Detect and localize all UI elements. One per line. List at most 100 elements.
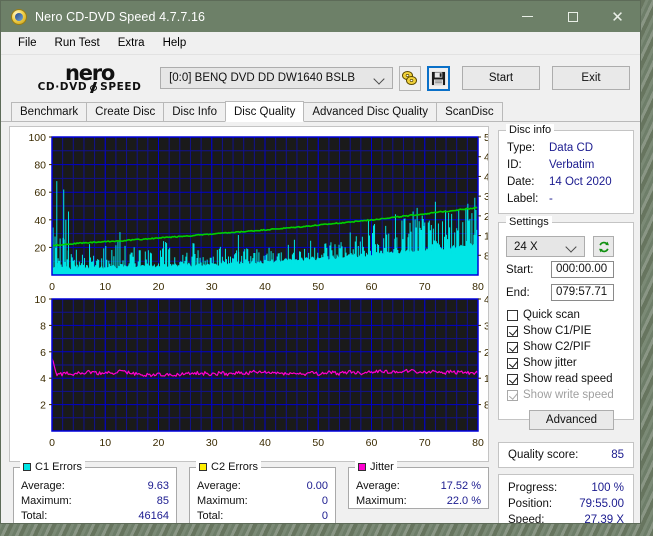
svg-text:40: 40 — [34, 215, 46, 227]
jitter-color-swatch — [358, 463, 366, 471]
c1-errors-box: C1 Errors Average: 9.63 Maximum: 85 Total:… — [13, 461, 177, 523]
svg-text:60: 60 — [366, 281, 378, 293]
drive-select-value: [0:0] BENQ DVD DD DW1640 BSLB — [169, 72, 356, 84]
svg-text:20: 20 — [153, 437, 165, 449]
svg-text:24: 24 — [484, 211, 488, 223]
advanced-button[interactable]: Advanced — [529, 410, 614, 430]
svg-text:60: 60 — [34, 187, 46, 199]
disc-type-row: Type: Data CD — [499, 140, 633, 157]
quality-score-value: 85 — [611, 449, 624, 461]
menu-item-file[interactable]: File — [9, 35, 46, 51]
tab-scandisc[interactable]: ScanDisc — [436, 102, 503, 121]
c2-errors-legend: C2 Errors — [196, 461, 262, 473]
c1-errors-title: C1 Errors — [35, 461, 83, 473]
menu-item-run-test[interactable]: Run Test — [46, 35, 109, 51]
svg-text:30: 30 — [206, 437, 218, 449]
position-label: Position: — [508, 498, 553, 510]
refresh-speed-button[interactable] — [593, 236, 614, 257]
speed-label: Speed: — [508, 514, 545, 524]
svg-text:40: 40 — [484, 171, 488, 183]
c2-average-value: 0.00 — [306, 480, 328, 492]
logo-cd-dvd-text: CD·DVD — [37, 81, 88, 94]
window-controls: ✕ — [505, 1, 640, 32]
checkbox-quick-scan[interactable]: Quick scan — [499, 307, 633, 323]
checkbox-show-write-speed: Show write speed — [499, 387, 633, 403]
disc-info-panel: Disc info Type: Data CD ID: Verbatim Date:… — [498, 124, 634, 214]
svg-text:32: 32 — [484, 320, 488, 332]
eject-button[interactable] — [398, 65, 422, 91]
maximize-button[interactable] — [550, 1, 595, 32]
c1-average-row: Average: 9.63 — [14, 479, 176, 494]
close-button[interactable]: ✕ — [595, 1, 640, 32]
svg-text:100: 100 — [28, 132, 46, 144]
c2-maximum-value: 0 — [321, 495, 328, 507]
tab-strip: Benchmark Create Disc Disc Info Disc Qua… — [1, 101, 640, 122]
exit-button[interactable]: Exit — [552, 66, 630, 90]
c1-maximum-row: Maximum: 85 — [14, 494, 176, 509]
svg-text:0: 0 — [49, 437, 55, 449]
progress-panel: Progress: 100 % Position: 79:55.00 Speed: 2… — [498, 474, 634, 524]
svg-text:10: 10 — [99, 281, 111, 293]
checkbox-label: Show jitter — [523, 357, 577, 369]
c2-total-row: Total: 0 — [190, 509, 335, 523]
quality-graph: 2040608010081624324048560102030405060708… — [28, 132, 488, 449]
svg-text:50: 50 — [312, 281, 324, 293]
settings-panel: Settings 24 X Start: 000:00.00 End: 079:… — [498, 216, 634, 430]
tab-create-disc[interactable]: Create Disc — [86, 102, 165, 121]
progress-row: Progress: 100 % — [499, 480, 633, 496]
disc-date-row: Date: 14 Oct 2020 — [499, 174, 633, 191]
end-time-label: End: — [506, 287, 530, 299]
tab-disc-quality[interactable]: Disc Quality — [225, 101, 305, 122]
jitter-average-row: Average: 17.52 % — [349, 479, 488, 494]
disc-quality-charts: 2040608010081624324048560102030405060708… — [9, 126, 489, 462]
start-time-label: Start: — [506, 264, 534, 276]
tab-advanced-disc-quality[interactable]: Advanced Disc Quality — [303, 102, 438, 121]
menu-item-extra[interactable]: Extra — [109, 35, 154, 51]
start-button[interactable]: Start — [462, 66, 540, 90]
end-time-field[interactable]: 079:57.71 — [551, 284, 614, 301]
c1-color-swatch — [23, 463, 31, 471]
checkbox-show-c1-pie[interactable]: Show C1/PIE — [499, 323, 633, 339]
settings-legend: Settings — [506, 216, 552, 228]
checkbox-icon — [507, 309, 518, 321]
c1-average-label: Average: — [21, 480, 65, 492]
disc-date-label: Date: — [507, 176, 535, 188]
checkbox-icon — [507, 341, 518, 353]
tab-benchmark[interactable]: Benchmark — [11, 102, 88, 121]
jitter-maximum-value: 22.0 % — [446, 495, 481, 507]
svg-text:16: 16 — [484, 231, 488, 243]
eject-disc-icon — [402, 71, 418, 85]
svg-text:80: 80 — [34, 160, 46, 172]
svg-text:20: 20 — [34, 242, 46, 254]
quality-score-label: Quality score: — [508, 449, 579, 461]
checkbox-label: Show C1/PIE — [523, 325, 592, 337]
svg-text:80: 80 — [472, 281, 484, 293]
content-area: 2040608010081624324048560102030405060708… — [1, 122, 640, 524]
speed-select[interactable]: 24 X — [506, 236, 585, 257]
drive-select[interactable]: [0:0] BENQ DVD DD DW1640 BSLB — [160, 67, 393, 89]
checkbox-icon — [507, 389, 518, 401]
disc-label-value: - — [549, 193, 553, 205]
checkbox-show-c2-pif[interactable]: Show C2/PIF — [499, 339, 633, 355]
chevron-down-icon — [372, 73, 385, 85]
svg-text:24: 24 — [484, 347, 488, 359]
disc-label-row: Label: - — [499, 191, 633, 208]
svg-text:16: 16 — [484, 373, 488, 385]
c1-average-value: 9.63 — [147, 480, 169, 492]
position-row: Position: 79:55.00 — [499, 496, 633, 512]
minimize-button[interactable] — [505, 1, 550, 32]
maximize-icon — [567, 11, 578, 22]
checkbox-label: Quick scan — [523, 309, 580, 321]
menu-item-help[interactable]: Help — [154, 35, 196, 51]
svg-text:56: 56 — [484, 132, 488, 144]
checkbox-show-read-speed[interactable]: Show read speed — [499, 371, 633, 387]
svg-text:0: 0 — [49, 281, 55, 293]
checkbox-show-jitter[interactable]: Show jitter — [499, 355, 633, 371]
save-button[interactable] — [427, 65, 450, 91]
progress-value: 100 % — [591, 482, 624, 494]
logo-speed-text: SPEED — [100, 81, 142, 94]
tab-disc-info[interactable]: Disc Info — [163, 102, 226, 121]
svg-text:60: 60 — [366, 437, 378, 449]
disc-type-value: Data CD — [549, 142, 594, 154]
start-time-field[interactable]: 000:00.00 — [551, 261, 614, 278]
